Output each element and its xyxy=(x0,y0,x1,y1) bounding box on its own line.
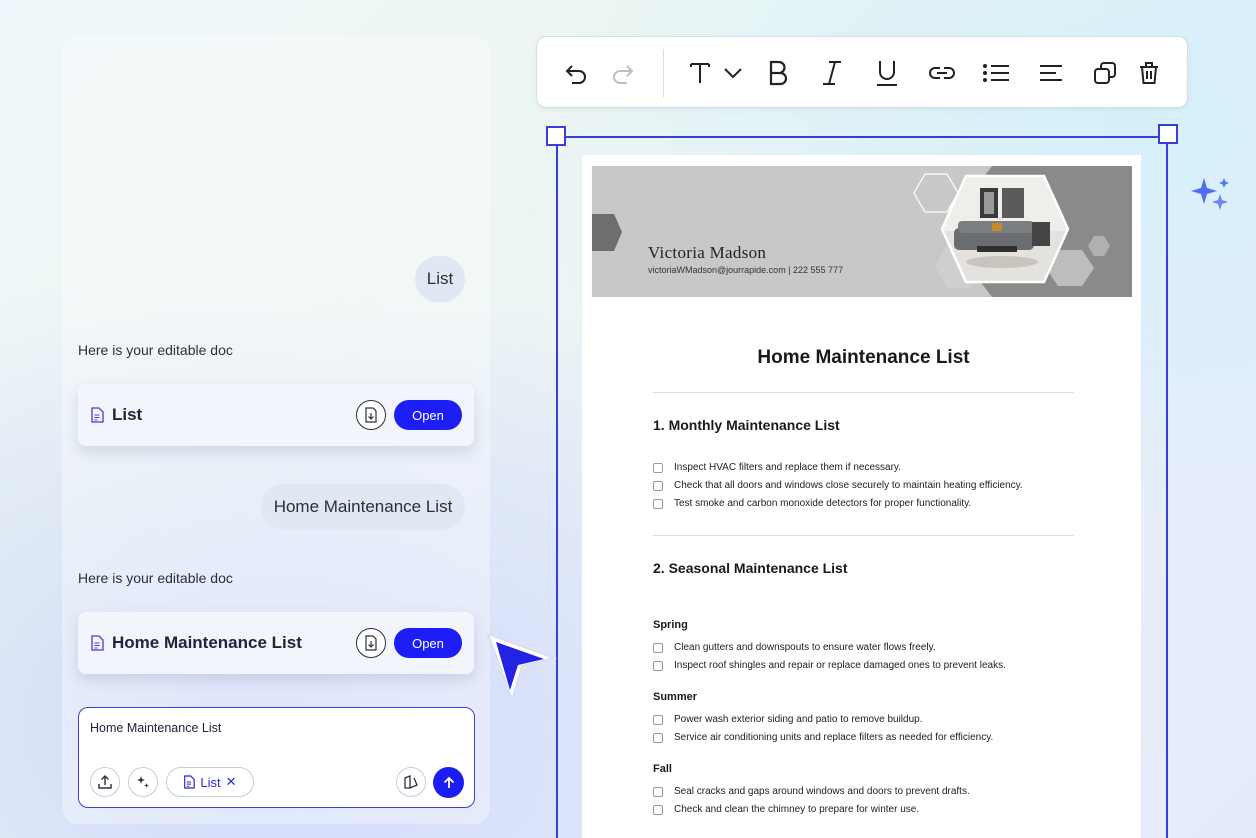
link-icon xyxy=(929,67,955,79)
download-button[interactable] xyxy=(356,628,386,658)
chevron-down-icon xyxy=(724,68,742,79)
underline-icon xyxy=(877,61,897,86)
user-message-bubble: Home Maintenance List xyxy=(261,484,465,530)
bullet-list-button[interactable] xyxy=(980,56,1012,90)
text-style-dropdown[interactable] xyxy=(717,56,749,90)
align-left-icon xyxy=(1040,65,1062,81)
bullet-list-icon xyxy=(983,64,1009,82)
undo-button[interactable] xyxy=(559,56,591,90)
text-style-icon xyxy=(690,63,710,83)
resize-handle-top-right[interactable] xyxy=(1158,124,1178,144)
text-style-button[interactable] xyxy=(684,56,716,90)
selection-frame xyxy=(556,136,1168,838)
arrow-up-icon xyxy=(443,776,454,788)
doc-result-card[interactable]: List Open xyxy=(78,384,474,446)
assistant-message-text: Here is your editable doc xyxy=(78,570,233,586)
assistant-message-text: Here is your editable doc xyxy=(78,342,233,358)
redo-icon xyxy=(613,65,634,84)
delete-icon xyxy=(1140,62,1158,84)
doc-result-card[interactable]: Home Maintenance List Open xyxy=(78,612,474,674)
resize-handle-top-left[interactable] xyxy=(546,126,566,146)
pointer-cursor-icon xyxy=(480,626,560,715)
delete-button[interactable] xyxy=(1133,56,1165,90)
redo-button[interactable] xyxy=(608,56,640,90)
ai-sparkle-button[interactable] xyxy=(128,767,158,797)
undo-icon xyxy=(565,65,586,84)
align-button[interactable] xyxy=(1035,56,1067,90)
download-icon xyxy=(365,407,377,423)
bold-button[interactable] xyxy=(762,56,794,90)
document-icon xyxy=(90,407,104,423)
chat-input[interactable]: Home Maintenance List List ✕ xyxy=(78,707,475,808)
user-message-text: List xyxy=(426,269,454,288)
link-button[interactable] xyxy=(926,56,958,90)
document-icon xyxy=(90,635,104,651)
download-button[interactable] xyxy=(356,400,386,430)
upload-icon xyxy=(98,775,112,789)
italic-button[interactable] xyxy=(816,56,848,90)
sparkle-icon xyxy=(137,776,149,788)
chip-label: List xyxy=(200,774,221,790)
bold-icon xyxy=(769,60,788,86)
doc-card-title: Home Maintenance List xyxy=(112,633,302,652)
upload-button[interactable] xyxy=(90,767,120,797)
duplicate-icon xyxy=(1094,62,1116,84)
chat-input-text[interactable]: Home Maintenance List xyxy=(90,721,221,735)
send-button[interactable] xyxy=(433,767,464,798)
template-button[interactable] xyxy=(396,767,426,797)
template-icon xyxy=(404,775,418,789)
italic-icon xyxy=(823,61,841,85)
underline-button[interactable] xyxy=(871,56,903,90)
open-button[interactable]: Open xyxy=(394,400,462,430)
chip-close-icon[interactable]: ✕ xyxy=(226,774,237,790)
duplicate-button[interactable] xyxy=(1089,56,1121,90)
sparkle-icon xyxy=(1188,176,1238,221)
attached-doc-chip[interactable]: List ✕ xyxy=(166,767,254,797)
open-button[interactable]: Open xyxy=(394,628,462,658)
user-message-text: Home Maintenance List xyxy=(273,497,453,516)
format-toolbar xyxy=(536,36,1188,108)
document-icon xyxy=(184,775,196,789)
user-message-bubble: List xyxy=(415,256,465,302)
download-icon xyxy=(365,635,377,651)
toolbar-divider xyxy=(663,49,664,97)
doc-card-title: List xyxy=(112,405,143,424)
